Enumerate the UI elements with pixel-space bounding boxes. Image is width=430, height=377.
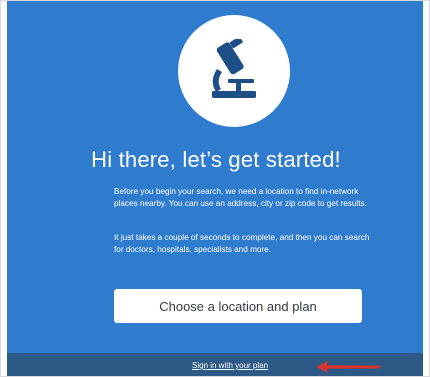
intro-paragraph-search: It just takes a couple of seconds to com… [114,233,370,255]
hero-icon-circle [178,15,290,127]
microscope-icon [212,39,256,98]
onboarding-modal: Hi there, let’s get started! Before you … [0,0,430,377]
onboarding-panel: Hi there, let’s get started! Before you … [7,1,423,353]
welcome-headline: Hi there, let’s get started! [91,147,341,172]
choose-location-and-plan-button[interactable]: Choose a location and plan [114,289,362,323]
red-arrow-icon [316,361,380,373]
footer-bar: Sign in with your plan [7,353,423,376]
intro-paragraph-location: Before you begin your search, we need a … [114,187,367,209]
sign-in-with-plan-link[interactable]: Sign in with your plan [192,361,268,370]
